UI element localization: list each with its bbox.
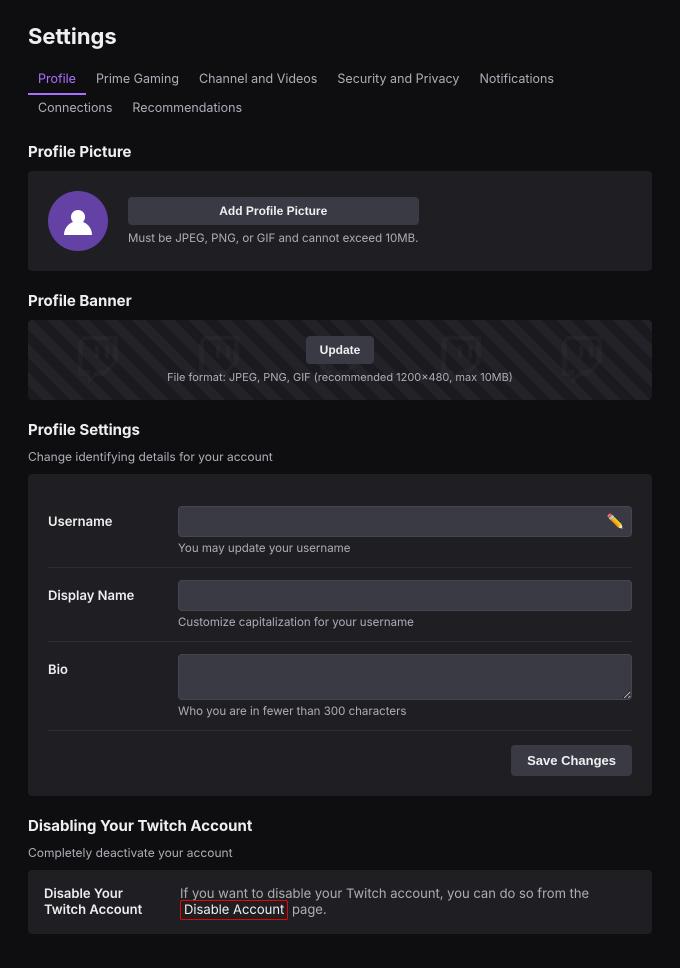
disable-account-text: If you want to disable your Twitch accou… [180, 886, 636, 918]
display-name-input[interactable] [178, 580, 632, 611]
disable-section-title: Disabling Your Twitch Account [28, 816, 652, 835]
disable-account-row: Disable Your Twitch Account If you want … [28, 870, 652, 934]
tab-notifications[interactable]: Notifications [469, 66, 564, 95]
tab-profile[interactable]: Profile [28, 66, 86, 95]
tab-channel-and-videos[interactable]: Channel and Videos [189, 66, 327, 95]
tab-prime-gaming[interactable]: Prime Gaming [86, 66, 189, 95]
edit-username-icon[interactable]: ✏️ [607, 513, 624, 530]
avatar [48, 191, 108, 251]
bio-row: Bio Who you are in fewer than 300 charac… [48, 642, 632, 731]
tab-recommendations[interactable]: Recommendations [122, 95, 252, 122]
banner-update-wrapper: Update File format: JPEG, PNG, GIF (reco… [167, 336, 513, 384]
add-profile-picture-button[interactable]: Add Profile Picture [128, 197, 419, 225]
profile-banner-section-title: Profile Banner [28, 291, 652, 310]
display-name-hint: Customize capitalization for your userna… [178, 615, 632, 629]
disable-account-card: Disable Your Twitch Account If you want … [28, 870, 652, 934]
tab-security-and-privacy[interactable]: Security and Privacy [327, 66, 469, 95]
username-input-wrapper: ✏️ [178, 506, 632, 537]
profile-settings-section-subtitle: Change identifying details for your acco… [28, 449, 652, 464]
tab-connections[interactable]: Connections [28, 95, 122, 122]
profile-picture-hint: Must be JPEG, PNG, or GIF and cannot exc… [128, 231, 419, 245]
display-name-row: Display Name Customize capitalization fo… [48, 568, 632, 642]
banner-update-button[interactable]: Update [306, 336, 375, 364]
profile-settings-section-title: Profile Settings [28, 420, 652, 439]
profile-picture-actions: Add Profile Picture Must be JPEG, PNG, o… [128, 197, 419, 245]
bio-input[interactable] [178, 654, 632, 700]
disable-account-link[interactable]: Disable Account [180, 900, 288, 920]
disable-section-subtitle: Completely deactivate your account [28, 845, 652, 860]
profile-settings-form: Username ✏️ You may update your username… [28, 474, 652, 796]
username-input[interactable] [178, 506, 632, 537]
profile-picture-section-title: Profile Picture [28, 142, 652, 161]
username-hint: You may update your username [178, 541, 632, 555]
save-changes-button[interactable]: Save Changes [511, 745, 632, 776]
username-row: Username ✏️ You may update your username [48, 494, 632, 568]
bio-hint: Who you are in fewer than 300 characters [178, 704, 632, 718]
banner-hint: File format: JPEG, PNG, GIF (recommended… [167, 370, 513, 384]
display-name-label: Display Name [48, 580, 178, 604]
nav-tabs: Profile Prime Gaming Channel and Videos … [28, 66, 652, 122]
bio-label: Bio [48, 654, 178, 678]
page-title: Settings [28, 24, 652, 50]
username-field-wrapper: ✏️ You may update your username [178, 506, 632, 555]
disable-account-section: Disabling Your Twitch Account Completely… [28, 816, 652, 934]
disable-account-label: Disable Your Twitch Account [44, 886, 164, 918]
display-name-field-wrapper: Customize capitalization for your userna… [178, 580, 632, 629]
profile-banner-card: Update File format: JPEG, PNG, GIF (reco… [28, 320, 652, 400]
avatar-icon [60, 203, 96, 239]
save-row: Save Changes [48, 731, 632, 776]
bio-field-wrapper: Who you are in fewer than 300 characters [178, 654, 632, 718]
profile-picture-card: Add Profile Picture Must be JPEG, PNG, o… [28, 171, 652, 271]
disable-text-after: page. [288, 902, 326, 918]
username-label: Username [48, 506, 178, 530]
